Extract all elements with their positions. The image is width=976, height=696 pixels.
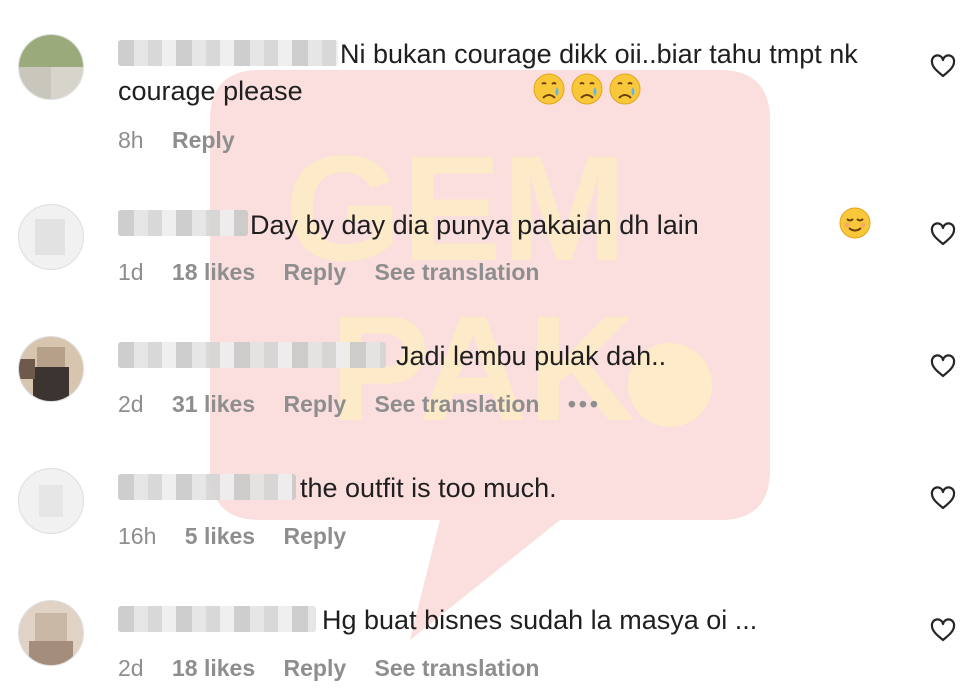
heart-icon[interactable]: [930, 486, 956, 510]
see-translation-button[interactable]: See translation: [375, 258, 540, 286]
comment-text-content: Day by day dia punya pakaian dh lain: [250, 210, 699, 240]
reply-button[interactable]: Reply: [172, 126, 235, 154]
comment-item: the outfit is too much. 16h 5 likes Repl…: [0, 432, 976, 564]
comment-text: Day by day dia punya pakaian dh lain: [118, 206, 886, 249]
comment-item: Jadi lembu pulak dah.. 2d 31 likes Reply…: [0, 300, 976, 432]
comment-time: 8h: [118, 127, 144, 153]
comment-meta: 16h 5 likes Reply: [118, 522, 368, 550]
comment-meta: 8h Reply: [118, 126, 257, 154]
comment-item: Ni bukan courage dikk oii..biar tahu tmp…: [0, 0, 976, 153]
comment-text: the outfit is too much.: [118, 470, 886, 506]
crying-face-icon: [609, 73, 641, 105]
relieved-face-icon: [706, 206, 872, 249]
comment-text-content: Hg buat bisnes sudah la masya oi ...: [322, 605, 758, 635]
crying-face-icon: [571, 73, 603, 105]
heart-icon[interactable]: [930, 618, 956, 642]
emoji-group: [310, 72, 642, 115]
reply-button[interactable]: Reply: [284, 522, 347, 550]
avatar[interactable]: [18, 204, 84, 270]
likes-count[interactable]: 18 likes: [172, 654, 255, 682]
comment-meta: 2d 31 likes Reply See translation •••: [118, 390, 623, 418]
avatar[interactable]: [18, 468, 84, 534]
crying-face-icon: [533, 73, 565, 105]
comment-text-content: the outfit is too much.: [300, 473, 557, 503]
comment-text: Hg buat bisnes sudah la masya oi ...: [118, 602, 886, 638]
reply-button[interactable]: Reply: [284, 390, 347, 418]
comment-meta: 1d 18 likes Reply See translation: [118, 258, 561, 286]
comment-text: Ni bukan courage dikk oii..biar tahu tmp…: [118, 36, 886, 115]
see-translation-button[interactable]: See translation: [375, 390, 540, 418]
likes-count[interactable]: 5 likes: [185, 522, 255, 550]
comment-item: Hg buat bisnes sudah la masya oi ... 2d …: [0, 564, 976, 696]
likes-count[interactable]: 18 likes: [172, 258, 255, 286]
comment-time: 16h: [118, 523, 157, 549]
reply-button[interactable]: Reply: [284, 258, 347, 286]
comment-item: Day by day dia punya pakaian dh lain 1d …: [0, 168, 976, 300]
avatar[interactable]: [18, 336, 84, 402]
heart-icon[interactable]: [930, 222, 956, 246]
see-translation-button[interactable]: See translation: [375, 654, 540, 682]
comment-time: 2d: [118, 655, 144, 681]
heart-icon[interactable]: [930, 54, 956, 78]
comment-time: 2d: [118, 391, 144, 417]
comment-text: Jadi lembu pulak dah..: [118, 338, 886, 374]
comment-text-content: Jadi lembu pulak dah..: [396, 341, 667, 371]
more-options-icon[interactable]: •••: [568, 390, 601, 418]
reply-button[interactable]: Reply: [284, 654, 347, 682]
likes-count[interactable]: 31 likes: [172, 390, 255, 418]
comment-time: 1d: [118, 259, 144, 285]
comment-meta: 2d 18 likes Reply See translation: [118, 654, 561, 682]
avatar[interactable]: [18, 34, 84, 100]
heart-icon[interactable]: [930, 354, 956, 378]
avatar[interactable]: [18, 600, 84, 666]
